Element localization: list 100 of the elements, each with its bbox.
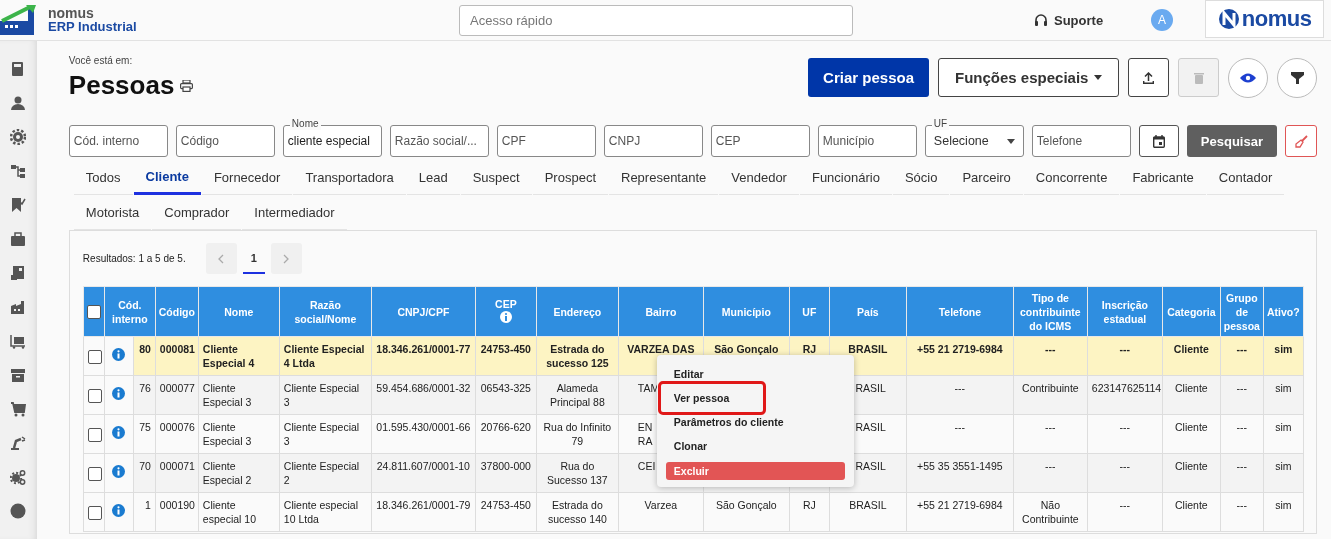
table-cell: ---	[906, 414, 1014, 454]
table-cell: ---	[1087, 414, 1163, 454]
gears-icon[interactable]	[10, 469, 27, 485]
results-count: Resultados: 1 a 5 de 5.	[82, 253, 186, 264]
view-toggle-button[interactable]	[1228, 58, 1268, 98]
category-tab[interactable]: Prospect	[532, 160, 608, 195]
table-cell: Não Contribuinte	[1013, 492, 1088, 532]
filter-field[interactable]: CPF	[496, 125, 596, 157]
category-tab[interactable]: Transportadora	[293, 160, 406, 195]
archive-icon[interactable]	[10, 367, 27, 383]
floating-label: UF	[931, 118, 950, 130]
filter-field[interactable]: Código	[175, 125, 275, 157]
info-icon[interactable]	[112, 465, 126, 478]
page-number[interactable]: 1	[242, 243, 265, 274]
category-tab[interactable]: Funcionário	[799, 160, 892, 195]
column-header: Cód. interno	[104, 286, 156, 337]
search-button[interactable]: Pesquisar	[1186, 125, 1277, 157]
row-checkbox[interactable]	[87, 505, 102, 520]
eye-icon	[1240, 73, 1256, 83]
filter-field[interactable]: CNPJ	[603, 125, 703, 157]
category-tab[interactable]: Suspect	[460, 160, 532, 195]
filter-field[interactable]: Cód. interno	[68, 125, 168, 157]
column-header: Telefone	[906, 286, 1014, 337]
table-cell: 20766-620	[475, 414, 537, 454]
chevron-right-icon	[283, 253, 290, 264]
select-all-checkbox[interactable]	[86, 305, 101, 320]
upload-icon	[1143, 71, 1154, 84]
table-cell: Rua do Infinito 79	[536, 414, 619, 454]
filter-field[interactable]: Telefone	[1031, 125, 1131, 157]
cart-icon[interactable]	[10, 401, 27, 417]
support-link[interactable]: Suporte	[1028, 11, 1110, 29]
print-icon[interactable]	[180, 79, 194, 92]
table-cell: ---	[1220, 375, 1264, 415]
hierarchy-icon[interactable]	[10, 163, 27, 179]
table-cell: Cliente especial 10 Ltda	[279, 492, 372, 532]
table-cell: ---	[1220, 453, 1264, 493]
upload-button[interactable]	[1128, 58, 1169, 97]
table-cell: 24.811.607/0001-10	[371, 453, 476, 493]
menu-item[interactable]: Excluir	[665, 462, 845, 480]
document-icon[interactable]	[10, 265, 27, 281]
quick-access-field[interactable]: Acesso rápido	[459, 4, 853, 36]
date-filter-button[interactable]	[1138, 125, 1179, 157]
filter-field[interactable]: Razão social/...	[389, 125, 489, 157]
table-cell: 18.346.261/0001-79	[371, 492, 476, 532]
category-tab[interactable]: Representante	[609, 160, 719, 195]
row-checkbox[interactable]	[87, 466, 102, 481]
table-cell: Estrada do sucesso 125	[536, 336, 619, 376]
table-cell: sim	[1263, 453, 1304, 493]
info-icon[interactable]	[112, 348, 126, 361]
info-icon[interactable]	[112, 426, 126, 439]
table-cell: ---	[1013, 453, 1088, 493]
info-icon[interactable]	[112, 387, 126, 400]
category-tab[interactable]: Concorrente	[1023, 160, 1120, 195]
category-tab[interactable]: Parceiro	[950, 160, 1023, 195]
row-checkbox[interactable]	[87, 388, 102, 403]
filter-field[interactable]: Município	[817, 125, 917, 157]
briefcase-icon[interactable]	[10, 231, 27, 247]
logo-subtitle: ERP Industrial	[48, 20, 137, 33]
category-tab[interactable]: Fabricante	[1120, 160, 1206, 195]
category-tab[interactable]: Lead	[406, 160, 460, 195]
table-cell: 24753-450	[475, 336, 537, 376]
category-tab[interactable]: Contador	[1206, 160, 1285, 195]
table-cell: Cliente especial 10	[198, 492, 280, 532]
table-cell: Cliente Especial 3	[198, 414, 280, 454]
chevron-left-icon	[218, 253, 225, 264]
filter-button[interactable]	[1277, 58, 1317, 98]
table-cell: Cliente Especial 4	[198, 336, 280, 376]
row-checkbox[interactable]	[87, 427, 102, 442]
robot-arm-icon[interactable]	[10, 435, 27, 451]
table-cell: Contribuinte	[1013, 375, 1088, 415]
gear-icon[interactable]	[10, 129, 27, 145]
table-cell: Cliente Especial 2	[198, 453, 280, 493]
pallet-icon[interactable]	[10, 333, 27, 349]
table-cell: 06543-325	[475, 375, 537, 415]
create-person-button[interactable]: Criar pessoa	[808, 58, 929, 97]
special-functions-dropdown[interactable]: Funções especiais	[938, 58, 1119, 97]
table-cell: 000081	[155, 336, 199, 376]
column-header: Endereço	[536, 286, 619, 337]
column-header: Grupo de pessoa	[1220, 286, 1264, 337]
info-icon[interactable]	[499, 311, 512, 323]
column-header: UF	[789, 286, 830, 337]
category-tab[interactable]: Vendedor	[719, 160, 799, 195]
filter-field[interactable]: CEP	[710, 125, 810, 157]
clear-filters-button[interactable]	[1285, 125, 1317, 157]
category-tab[interactable]: Todos	[73, 160, 133, 195]
info-icon[interactable]	[112, 504, 126, 517]
table-cell: Estrada do sucesso 140	[536, 492, 619, 532]
category-tab[interactable]: Sócio	[892, 160, 950, 195]
person-icon[interactable]	[10, 95, 27, 111]
column-header-text: CEP	[495, 298, 517, 310]
table-cell: Cliente Especial 3	[279, 414, 372, 454]
category-tab[interactable]: Cliente	[133, 160, 201, 195]
table-cell: ---	[1220, 492, 1264, 532]
row-checkbox[interactable]	[87, 349, 102, 364]
column-header: Categoria	[1162, 286, 1221, 337]
table-cell: Cliente Especial 4 Ltda	[279, 336, 372, 376]
bookmark-check-icon[interactable]	[10, 197, 27, 213]
factory-icon[interactable]	[10, 299, 27, 315]
column-header: Nome	[198, 286, 280, 337]
category-tab[interactable]: Fornecedor	[201, 160, 293, 195]
